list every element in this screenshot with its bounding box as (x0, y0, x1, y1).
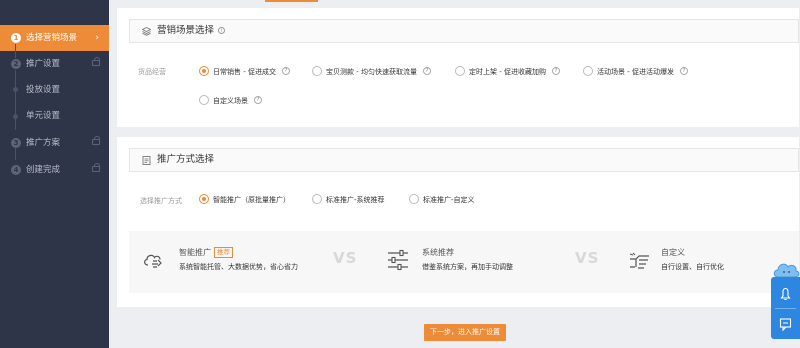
sidebar-item-label: 推广设置 (26, 59, 61, 69)
top-accent-bar (265, 0, 318, 2)
panel-header: 营销场景选择 i (129, 19, 799, 43)
notification-bell-icon[interactable] (771, 280, 800, 308)
radio-circle[interactable] (199, 194, 209, 204)
step-number: 4 (11, 165, 21, 175)
sidebar-item-select-scene[interactable]: 1 选择营销场景 › (0, 25, 109, 51)
layers-icon (141, 26, 152, 36)
radio-standard-recommended[interactable]: 标准推广-系统推荐 (312, 194, 385, 206)
document-icon (142, 156, 151, 165)
divider (775, 308, 796, 309)
floating-toolbar (771, 277, 800, 339)
info-icon[interactable]: i (218, 27, 226, 34)
radio-label: 自定义场景 (213, 97, 248, 105)
panel-header: 推广方式选择 (129, 148, 799, 172)
compare-title: 自定义 (661, 248, 685, 257)
radio-standard-custom[interactable]: 标准推广-自定义 (409, 194, 475, 206)
compare-desc: 系统智能托管、大数据优势，省心省力 (179, 263, 298, 271)
sidebar-item-label: 选择营销场景 (26, 33, 78, 43)
sidebar-item-plan[interactable]: 3 推广方案 (0, 130, 109, 156)
radio-circle[interactable] (583, 66, 593, 76)
sidebar-item-delivery-settings[interactable]: 投放设置 (0, 77, 109, 103)
radio-circle[interactable] (312, 194, 322, 204)
compare-title: 智能推广 推荐 (179, 247, 233, 258)
sidebar-item-label: 推广方案 (26, 138, 61, 148)
lock-icon (92, 57, 100, 66)
sidebar-item-label: 创建完成 (26, 165, 61, 175)
row-label: 选择推广方式 (140, 197, 182, 205)
sidebar-item-unit-settings[interactable]: 单元设置 (0, 103, 109, 129)
smart-cloud-icon (141, 247, 167, 273)
radio-label: 定时上架 - 促进收藏加购 (469, 68, 546, 76)
compare-title: 系统推荐 (422, 248, 454, 257)
help-icon[interactable]: ? (679, 67, 688, 75)
radio-label: 智能推广（原批量推广） (213, 196, 290, 204)
lock-icon (92, 136, 100, 145)
row-label: 货品经营 (138, 68, 166, 76)
compare-system: 系统推荐 借鉴系统方案，再加手动调整 (379, 231, 579, 293)
panel-title: 推广方式选择 (157, 154, 215, 165)
sliders-icon (385, 247, 411, 273)
compare-desc: 借鉴系统方案，再加手动调整 (422, 263, 513, 271)
chevron-right-icon: › (95, 33, 99, 43)
hand-pointer-icon (627, 247, 653, 273)
radio-circle[interactable] (199, 66, 209, 76)
scene-panel: 营销场景选择 i 货品经营 日常销售 - 促进成交? 宝贝测款 - 均匀快速获取流… (117, 8, 799, 127)
radio-label: 标准推广-自定义 (423, 196, 475, 204)
radio-label: 标准推广-系统推荐 (326, 196, 385, 204)
compare-title-text: 智能推广 (179, 248, 211, 257)
radio-circle[interactable] (455, 66, 465, 76)
radio-circle[interactable] (199, 95, 209, 105)
sidebar-item-label: 单元设置 (26, 111, 61, 121)
radio-event-scene[interactable]: 活动场景 - 促进活动爆发? (583, 66, 688, 78)
sidebar-item-promotion-settings[interactable]: 2 推广设置 (0, 51, 109, 77)
radio-smart-promotion[interactable]: 智能推广（原批量推广） (199, 194, 290, 206)
help-icon[interactable]: ? (551, 67, 560, 75)
vs-label: VS (333, 249, 358, 267)
sidebar-item-label: 投放设置 (26, 85, 61, 95)
radio-circle[interactable] (312, 66, 322, 76)
panel-title: 营销场景选择 i (157, 20, 226, 42)
help-icon[interactable]: ? (422, 67, 431, 75)
panel-title-text: 营销场景选择 (157, 25, 215, 36)
help-icon[interactable]: ? (281, 67, 290, 75)
radio-circle[interactable] (409, 194, 419, 204)
radio-label: 活动场景 - 促进活动爆发 (597, 68, 674, 76)
feedback-icon[interactable] (771, 310, 800, 338)
method-comparison: 智能推广 推荐 系统智能托管、大数据优势，省心省力 VS 系统推荐 借鉴系统方案，… (129, 231, 799, 293)
step-number: 1 (11, 33, 21, 43)
next-step-button[interactable]: 下一步，进入推广设置 (424, 324, 506, 341)
radio-custom-scene[interactable]: 自定义场景? (199, 95, 262, 107)
compare-smart: 智能推广 推荐 系统智能托管、大数据优势，省心省力 (129, 231, 349, 293)
step-number: 2 (11, 59, 21, 69)
radio-scheduled-listing[interactable]: 定时上架 - 促进收藏加购? (455, 66, 560, 78)
compare-desc: 自行设置、自行优化 (661, 263, 724, 271)
help-icon[interactable]: ? (254, 96, 262, 104)
step-number: 3 (11, 138, 21, 148)
radio-daily-sales[interactable]: 日常销售 - 促进成交? (199, 66, 290, 78)
lock-icon (92, 163, 100, 172)
vs-label: VS (575, 249, 600, 267)
sidebar-item-complete[interactable]: 4 创建完成 (0, 157, 109, 183)
radio-label: 宝贝测款 - 均匀快速获取流量 (326, 68, 417, 76)
method-panel: 推广方式选择 选择推广方式 智能推广（原批量推广） 标准推广-系统推荐 标准推广… (117, 137, 799, 307)
radio-product-test[interactable]: 宝贝测款 - 均匀快速获取流量? (312, 66, 431, 78)
sidebar: 1 选择营销场景 › 2 推广设置 投放设置 单元设置 3 推广方案 4 创建完… (0, 0, 109, 348)
radio-label: 日常销售 - 促进成交 (213, 68, 276, 76)
recommended-badge: 推荐 (214, 247, 233, 258)
